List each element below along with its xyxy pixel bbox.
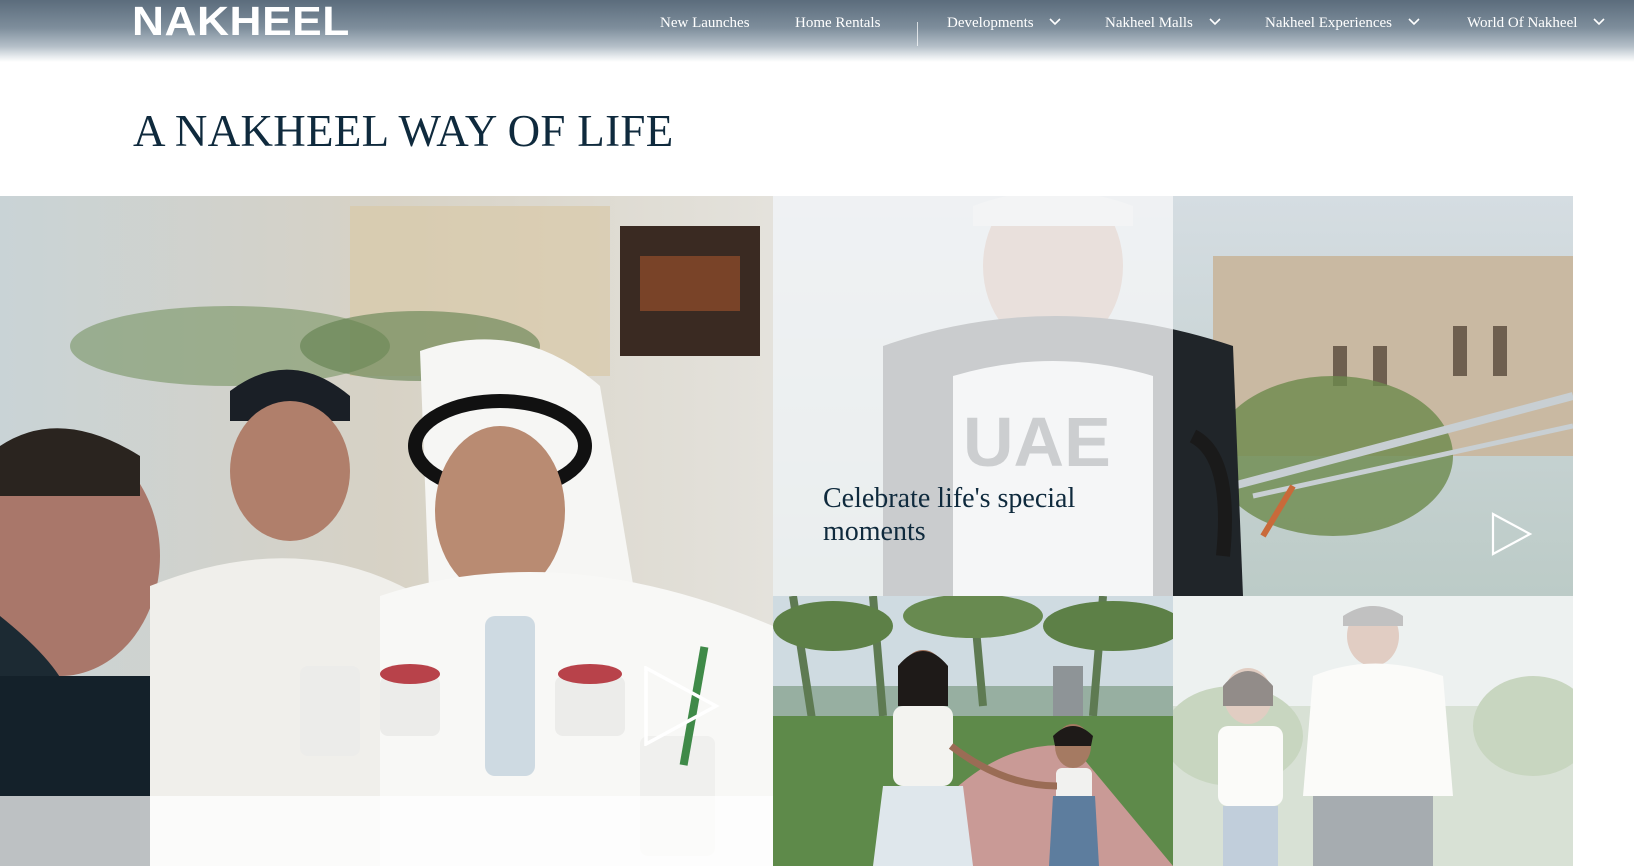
site-header: NAKHEEL New Launches Home Rentals Develo… [0,0,1634,62]
nav-developments[interactable]: Developments [947,12,1061,34]
chevron-down-icon [1049,18,1061,26]
chevron-down-icon [1209,18,1221,26]
chevron-down-icon [1408,18,1420,26]
play-icon[interactable] [1491,512,1533,556]
image-tile-father-daughter[interactable] [1173,596,1573,866]
caption-panel: Celebrate life's special moments [773,196,1173,596]
cafe-friends-photo [0,196,773,866]
nav-label: Home Rentals [795,15,881,31]
nav-label: New Launches [660,15,750,31]
chevron-down-icon [1593,18,1605,26]
image-tile-family-walk[interactable] [773,596,1173,866]
main-nav: New Launches Home Rentals Developments N… [0,12,1634,46]
tile-caption: Celebrate life's special moments [823,483,1076,547]
image-overlay [0,796,773,866]
video-tile-friends-cafe[interactable] [0,196,773,866]
mother-daughter-photo [773,596,1173,866]
nav-nakheel-experiences[interactable]: Nakheel Experiences [1265,12,1420,34]
nav-label: World Of Nakheel [1467,15,1578,31]
nav-divider [917,22,918,46]
nav-label: Nakheel Malls [1105,15,1193,31]
page-title: A NAKHEEL WAY OF LIFE [133,106,674,156]
play-icon[interactable] [644,666,720,746]
nav-world-of-nakheel[interactable]: World Of Nakheel [1467,12,1605,34]
nav-nakheel-malls[interactable]: Nakheel Malls [1105,12,1221,34]
video-tile-cyclist[interactable]: UAE Celebrate life's special moments [773,196,1573,596]
nav-home-rentals[interactable]: Home Rentals [795,12,880,34]
nav-label: Developments [947,15,1034,31]
nav-label: Nakheel Experiences [1265,15,1393,31]
nav-new-launches[interactable]: New Launches [660,12,750,34]
image-overlay [1173,596,1573,866]
